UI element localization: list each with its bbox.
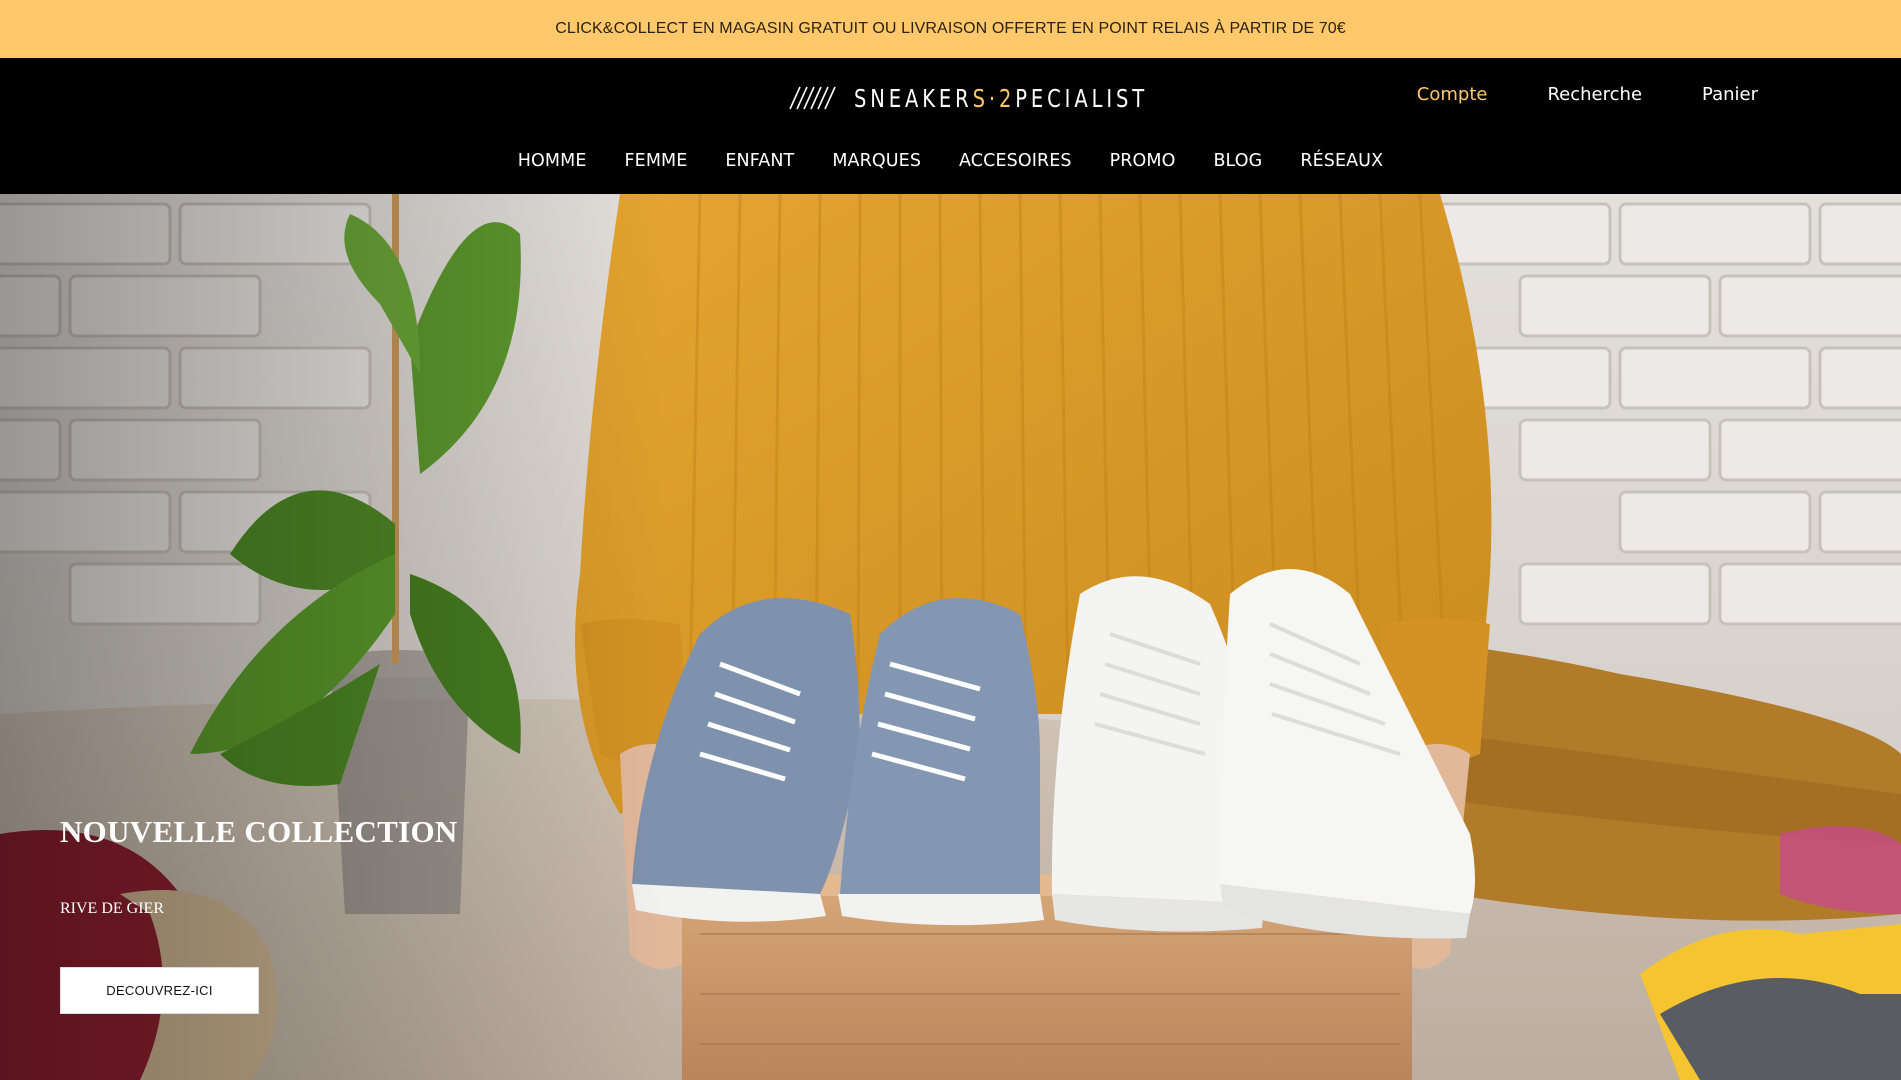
nav-item-blog[interactable]: BLOG — [1213, 151, 1262, 171]
nav-item-promo[interactable]: PROMO — [1110, 151, 1176, 171]
account-links: Compte Recherche Panier — [1417, 84, 1758, 105]
logo-text-accent: S·2 — [972, 83, 1016, 113]
logo-text: SNEAKERS·2PECIALIST — [854, 84, 1148, 113]
main-nav: HOMME FEMME ENFANT MARQUES ACCESOIRES PR… — [0, 151, 1901, 171]
account-link[interactable]: Compte — [1417, 84, 1488, 105]
hero-banner: NOUVELLE COLLECTION RIVE DE GIER DECOUVR… — [0, 194, 1901, 1080]
search-link[interactable]: Recherche — [1547, 84, 1642, 105]
discover-button[interactable]: DECOUVREZ-ICI — [60, 967, 259, 1014]
announcement-text: CLICK&COLLECT EN MAGASIN GRATUIT OU LIVR… — [555, 20, 1346, 37]
logo-stripes-icon — [789, 86, 836, 110]
site-logo[interactable]: SNEAKERS·2PECIALIST — [788, 84, 1231, 113]
nav-item-marques[interactable]: MARQUES — [832, 151, 921, 171]
logo-text-end: PECIALIST — [1015, 83, 1149, 113]
nav-item-accesoires[interactable]: ACCESOIRES — [959, 151, 1072, 171]
hero-subtitle: RIVE DE GIER — [60, 900, 164, 917]
nav-item-homme[interactable]: HOMME — [518, 151, 587, 171]
hero-title: NOUVELLE COLLECTION — [60, 814, 458, 849]
announcement-bar: CLICK&COLLECT EN MAGASIN GRATUIT OU LIVR… — [0, 0, 1901, 58]
nav-item-femme[interactable]: FEMME — [625, 151, 688, 171]
logo-text-main: SNEAKER — [854, 83, 973, 113]
site-header: SNEAKERS·2PECIALIST Compte Recherche Pan… — [0, 58, 1901, 194]
nav-item-enfant[interactable]: ENFANT — [725, 151, 794, 171]
nav-item-reseaux[interactable]: RÉSEAUX — [1300, 151, 1383, 171]
cart-link[interactable]: Panier — [1702, 84, 1758, 105]
hero-image — [0, 194, 1901, 1080]
